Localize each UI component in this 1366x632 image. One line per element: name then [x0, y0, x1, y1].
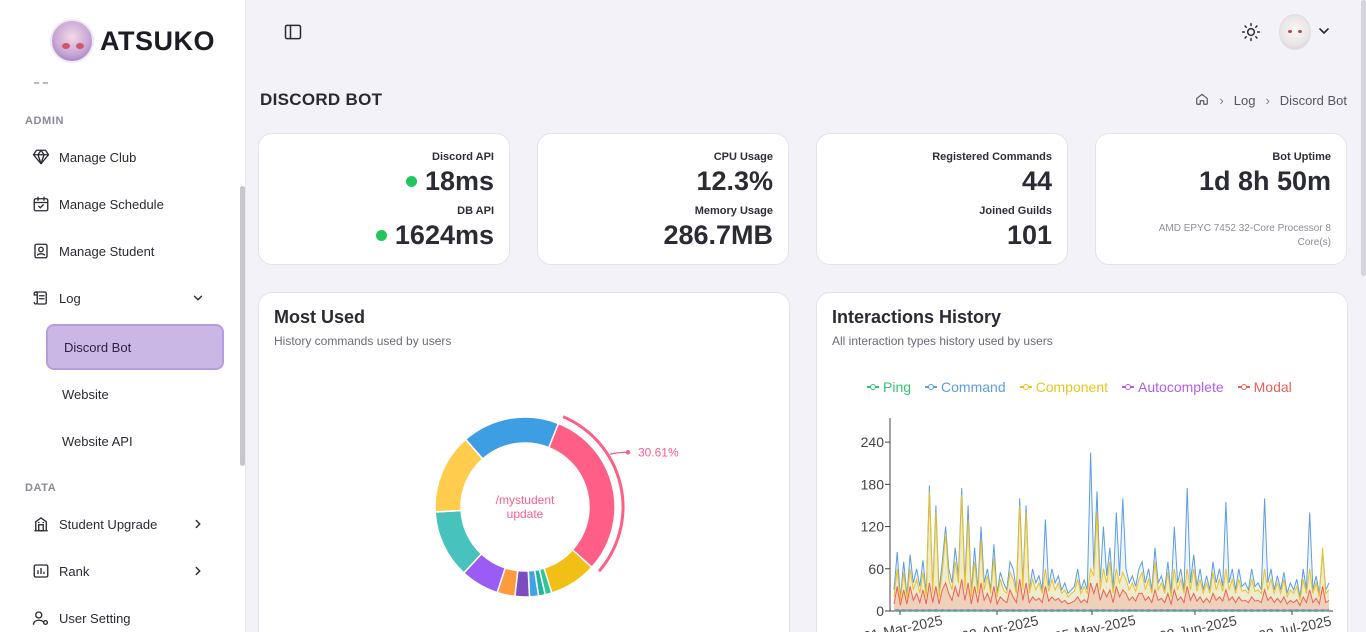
sidebar-subitem-website[interactable]: Website [46, 371, 224, 417]
cpu-usage-value: 12.3% [696, 166, 773, 196]
resource-usage-card: CPU Usage 12.3% Memory Usage 286.7MB [537, 133, 789, 265]
bot-uptime-value: 1d 8h 50m [1198, 166, 1331, 196]
scrolled-item-fragment [34, 78, 48, 84]
chevron-right-icon[interactable] [188, 514, 208, 534]
breadcrumb-separator-icon: › [1265, 93, 1270, 108]
diamond-icon [31, 147, 51, 167]
sidebar-subitem-discord-bot[interactable]: Discord Bot [46, 324, 224, 370]
stat-label: DB API [457, 205, 494, 217]
donut-chart[interactable]: 30.61% /mystudentupdate [259, 293, 789, 623]
sidebar-item-user-setting[interactable]: User Setting [22, 598, 222, 632]
x-tick-label: 23-Jul-2025 [1257, 613, 1333, 632]
chevron-right-icon[interactable] [188, 561, 208, 581]
sidebar-subitem-label: Website API [62, 433, 133, 449]
interactions-history-card: Interactions History All interaction typ… [816, 292, 1348, 632]
scroll-icon [31, 288, 51, 308]
commands-guilds-card: Registered Commands 44 Joined Guilds 101 [816, 133, 1068, 265]
sidebar-item-manage-schedule[interactable]: Manage Schedule [22, 184, 222, 224]
sun-icon[interactable] [1241, 22, 1261, 42]
y-tick-label: 240 [861, 434, 885, 450]
sidebar-toggle-icon[interactable] [283, 22, 303, 42]
sidebar-item-label: Rank [59, 563, 90, 579]
id-card-icon [31, 241, 51, 261]
y-tick-label: 180 [861, 476, 885, 492]
breadcrumb-current: Discord Bot [1279, 93, 1347, 108]
sidebar-item-label: Manage Student [59, 243, 155, 259]
sidebar-subitem-label: Website [62, 386, 109, 402]
sidebar-item-label: Manage Club [59, 149, 137, 165]
sidebar-item-manage-student[interactable]: Manage Student [22, 231, 222, 271]
sidebar-item-log[interactable]: Log [22, 278, 222, 318]
sidebar-scrollbar[interactable] [240, 186, 245, 466]
x-tick-label: 08-Jun-2025 [1158, 612, 1238, 632]
breadcrumb-link-log[interactable]: Log [1234, 93, 1256, 108]
memory-usage-value: 286.7MB [663, 220, 773, 250]
x-tick-label: 01-Mar-2025 [862, 612, 944, 632]
stat-label: Registered Commands [932, 151, 1052, 163]
sidebar-item-label: Student Upgrade [59, 516, 158, 532]
y-tick-label: 120 [861, 519, 885, 535]
logo-avatar [50, 19, 94, 63]
x-tick-label: 02-Apr-2025 [960, 612, 1040, 632]
status-dot [405, 176, 417, 187]
calendar-check-icon [31, 194, 51, 214]
db-api-value: 1624ms [375, 220, 494, 251]
stat-value: 1624ms [394, 220, 494, 250]
home-icon[interactable] [1195, 92, 1209, 109]
sidebar-subitem-label: Discord Bot [64, 339, 132, 355]
y-tick-label: 60 [868, 561, 884, 577]
sidebar-item-rank[interactable]: Rank [22, 551, 222, 591]
sidebar-item-label: Manage Schedule [59, 196, 164, 212]
series-line-ping[interactable] [893, 609, 1330, 612]
sidebar-item-manage-club[interactable]: Manage Club [22, 137, 222, 177]
stat-label: Bot Uptime [1272, 151, 1331, 163]
page-scrollbar[interactable] [1361, 0, 1366, 276]
chevron-down-icon[interactable] [1316, 23, 1332, 39]
x-tick-label: 05-May-2025 [1053, 612, 1137, 632]
discord-api-value: 18ms [405, 166, 494, 197]
user-avatar[interactable] [1279, 14, 1311, 50]
sidebar: ATSUKO ADMIN Manage Club Manage Schedule… [0, 0, 246, 632]
section-label-data: DATA [25, 482, 57, 494]
user-gear-icon [31, 608, 51, 628]
donut-highlight-label: 30.61% [638, 445, 679, 459]
area-chart[interactable]: 0 60 120 180 240 01-Mar-2025 02-Apr-2025 05-May… [817, 293, 1347, 632]
most-used-card: Most Used History commands used by users… [258, 292, 790, 632]
sidebar-subitem-website-api[interactable]: Website API [46, 418, 224, 464]
donut-label-dot [625, 450, 631, 455]
donut-slice[interactable] [547, 422, 616, 569]
y-tick-label: 0 [876, 603, 884, 619]
building-icon [31, 514, 51, 534]
sidebar-item-label: User Setting [59, 610, 131, 626]
sidebar-item-label: Log [59, 290, 81, 306]
chevron-down-icon[interactable] [188, 288, 208, 308]
app-logo[interactable]: ATSUKO [50, 19, 215, 63]
stat-value: 18ms [424, 166, 494, 196]
uptime-card: Bot Uptime 1d 8h 50m AMD EPYC 7452 32-Co… [1095, 133, 1347, 265]
page-title: DISCORD BOT [260, 90, 383, 109]
section-label-admin: ADMIN [25, 115, 65, 127]
donut-slice[interactable] [464, 416, 560, 460]
sidebar-item-student-upgrade[interactable]: Student Upgrade [22, 504, 222, 544]
stat-label: Discord API [432, 151, 494, 163]
breadcrumb-separator-icon: › [1219, 93, 1224, 108]
app-name: ATSUKO [100, 25, 215, 56]
api-latency-card: Discord API 18ms DB API 1624ms [258, 133, 510, 265]
donut-center-label: /mystudent [496, 493, 555, 507]
breadcrumb: › Log › Discord Bot [1195, 92, 1347, 109]
registered-commands-value: 44 [1021, 166, 1052, 196]
stat-label: Joined Guilds [979, 205, 1052, 217]
stat-label: Memory Usage [694, 205, 773, 217]
bar-chart-icon [31, 561, 51, 581]
status-dot [375, 230, 387, 241]
donut-label-line [609, 451, 628, 455]
stat-label: CPU Usage [713, 151, 773, 163]
joined-guilds-value: 101 [1006, 220, 1052, 250]
processor-info: AMD EPYC 7452 32-Core Processor 8 Core(s… [1158, 223, 1331, 248]
donut-center-label: update [507, 507, 544, 521]
